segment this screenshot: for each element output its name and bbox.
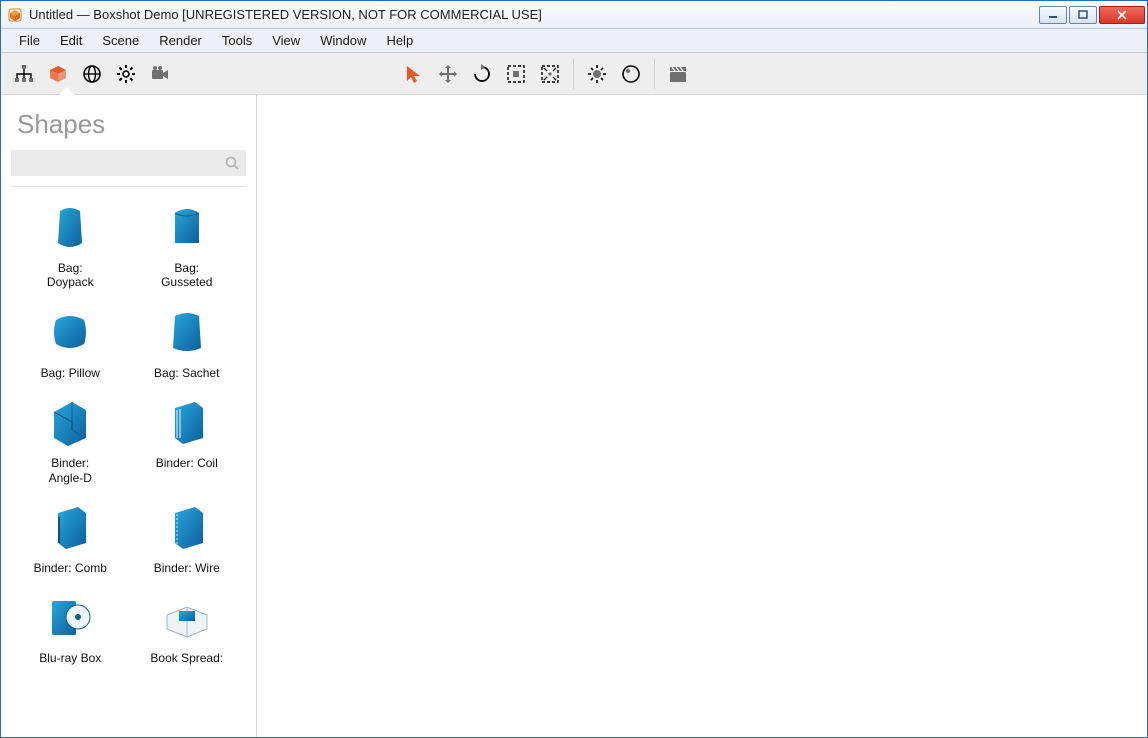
shape-list[interactable]: Bag: DoypackBag: Gusseted Bag: Pillow Bag:…	[11, 193, 246, 737]
window-title: Untitled — Boxshot Demo [UNREGISTERED VE…	[29, 7, 542, 22]
bluray-box-icon	[42, 589, 98, 645]
active-tab-pointer	[59, 87, 75, 95]
shape-label: Bag: Gusseted	[132, 261, 243, 290]
shape-label: Book Spread:	[132, 651, 243, 665]
light-icon[interactable]	[580, 57, 614, 91]
clapper-icon[interactable]	[661, 57, 695, 91]
menu-render[interactable]: Render	[149, 30, 212, 51]
box-icon[interactable]	[41, 57, 75, 91]
arrow-icon[interactable]	[397, 57, 431, 91]
menu-view[interactable]: View	[262, 30, 310, 51]
binder-angled-icon	[42, 394, 98, 450]
shape-label: Binder: Comb	[15, 561, 126, 575]
toolbar-separator	[654, 59, 655, 89]
content: Shapes Bag: DoypackBag: Gusseted Bag: Pil…	[1, 95, 1147, 737]
sphere-icon[interactable]	[614, 57, 648, 91]
menu-edit[interactable]: Edit	[50, 30, 92, 51]
menu-tools[interactable]: Tools	[212, 30, 262, 51]
shape-item-binder-coil[interactable]: Binder: Coil	[132, 394, 243, 485]
fit-all-icon[interactable]	[533, 57, 567, 91]
shape-item-binder-comb[interactable]: Binder: Comb	[15, 499, 126, 575]
menu-help[interactable]: Help	[376, 30, 423, 51]
shape-item-bag-sachet[interactable]: Bag: Sachet	[132, 304, 243, 380]
shape-label: Bag: Sachet	[132, 366, 243, 380]
menubar: FileEditSceneRenderToolsViewWindowHelp	[1, 29, 1147, 53]
minimize-button[interactable]	[1039, 6, 1067, 24]
shape-label: Bag: Pillow	[15, 366, 126, 380]
divider	[11, 186, 246, 187]
book-spread-icon	[159, 589, 215, 645]
search-icon	[224, 155, 240, 171]
rotate-icon[interactable]	[465, 57, 499, 91]
shape-label: Bag: Doypack	[15, 261, 126, 290]
shape-item-bag-gusseted[interactable]: Bag: Gusseted	[132, 199, 243, 290]
bag-sachet-icon	[159, 304, 215, 360]
shape-label: Blu-ray Box	[15, 651, 126, 665]
viewport[interactable]	[257, 95, 1147, 737]
shape-label: Binder: Wire	[132, 561, 243, 575]
sidebar: Shapes Bag: DoypackBag: Gusseted Bag: Pil…	[1, 95, 257, 737]
menu-file[interactable]: File	[9, 30, 50, 51]
shape-label: Binder: Angle-D	[15, 456, 126, 485]
toolbar-separator	[573, 59, 574, 89]
globe-icon[interactable]	[75, 57, 109, 91]
binder-comb-icon	[42, 499, 98, 555]
bag-pillow-icon	[42, 304, 98, 360]
shape-item-bag-pillow[interactable]: Bag: Pillow	[15, 304, 126, 380]
tree-icon[interactable]	[7, 57, 41, 91]
binder-wire-icon	[159, 499, 215, 555]
toolbar	[1, 53, 1147, 95]
camera-icon[interactable]	[143, 57, 177, 91]
shape-item-binder-angled[interactable]: Binder: Angle-D	[15, 394, 126, 485]
bag-doypack-icon	[42, 199, 98, 255]
app-icon	[7, 7, 23, 23]
titlebar: Untitled — Boxshot Demo [UNREGISTERED VE…	[1, 1, 1147, 29]
search-wrapper	[11, 150, 246, 176]
binder-coil-icon	[159, 394, 215, 450]
bag-gusseted-icon	[159, 199, 215, 255]
shape-label: Binder: Coil	[132, 456, 243, 470]
move-icon[interactable]	[431, 57, 465, 91]
menu-window[interactable]: Window	[310, 30, 376, 51]
close-button[interactable]	[1099, 6, 1145, 24]
shape-item-book-spread[interactable]: Book Spread:	[132, 589, 243, 665]
shape-item-binder-wire[interactable]: Binder: Wire	[132, 499, 243, 575]
menu-scene[interactable]: Scene	[92, 30, 149, 51]
maximize-button[interactable]	[1069, 6, 1097, 24]
shape-item-bag-doypack[interactable]: Bag: Doypack	[15, 199, 126, 290]
shape-item-bluray-box[interactable]: Blu-ray Box	[15, 589, 126, 665]
gear-icon[interactable]	[109, 57, 143, 91]
search-input[interactable]	[11, 150, 246, 176]
sidebar-title: Shapes	[17, 109, 246, 140]
fit-icon[interactable]	[499, 57, 533, 91]
